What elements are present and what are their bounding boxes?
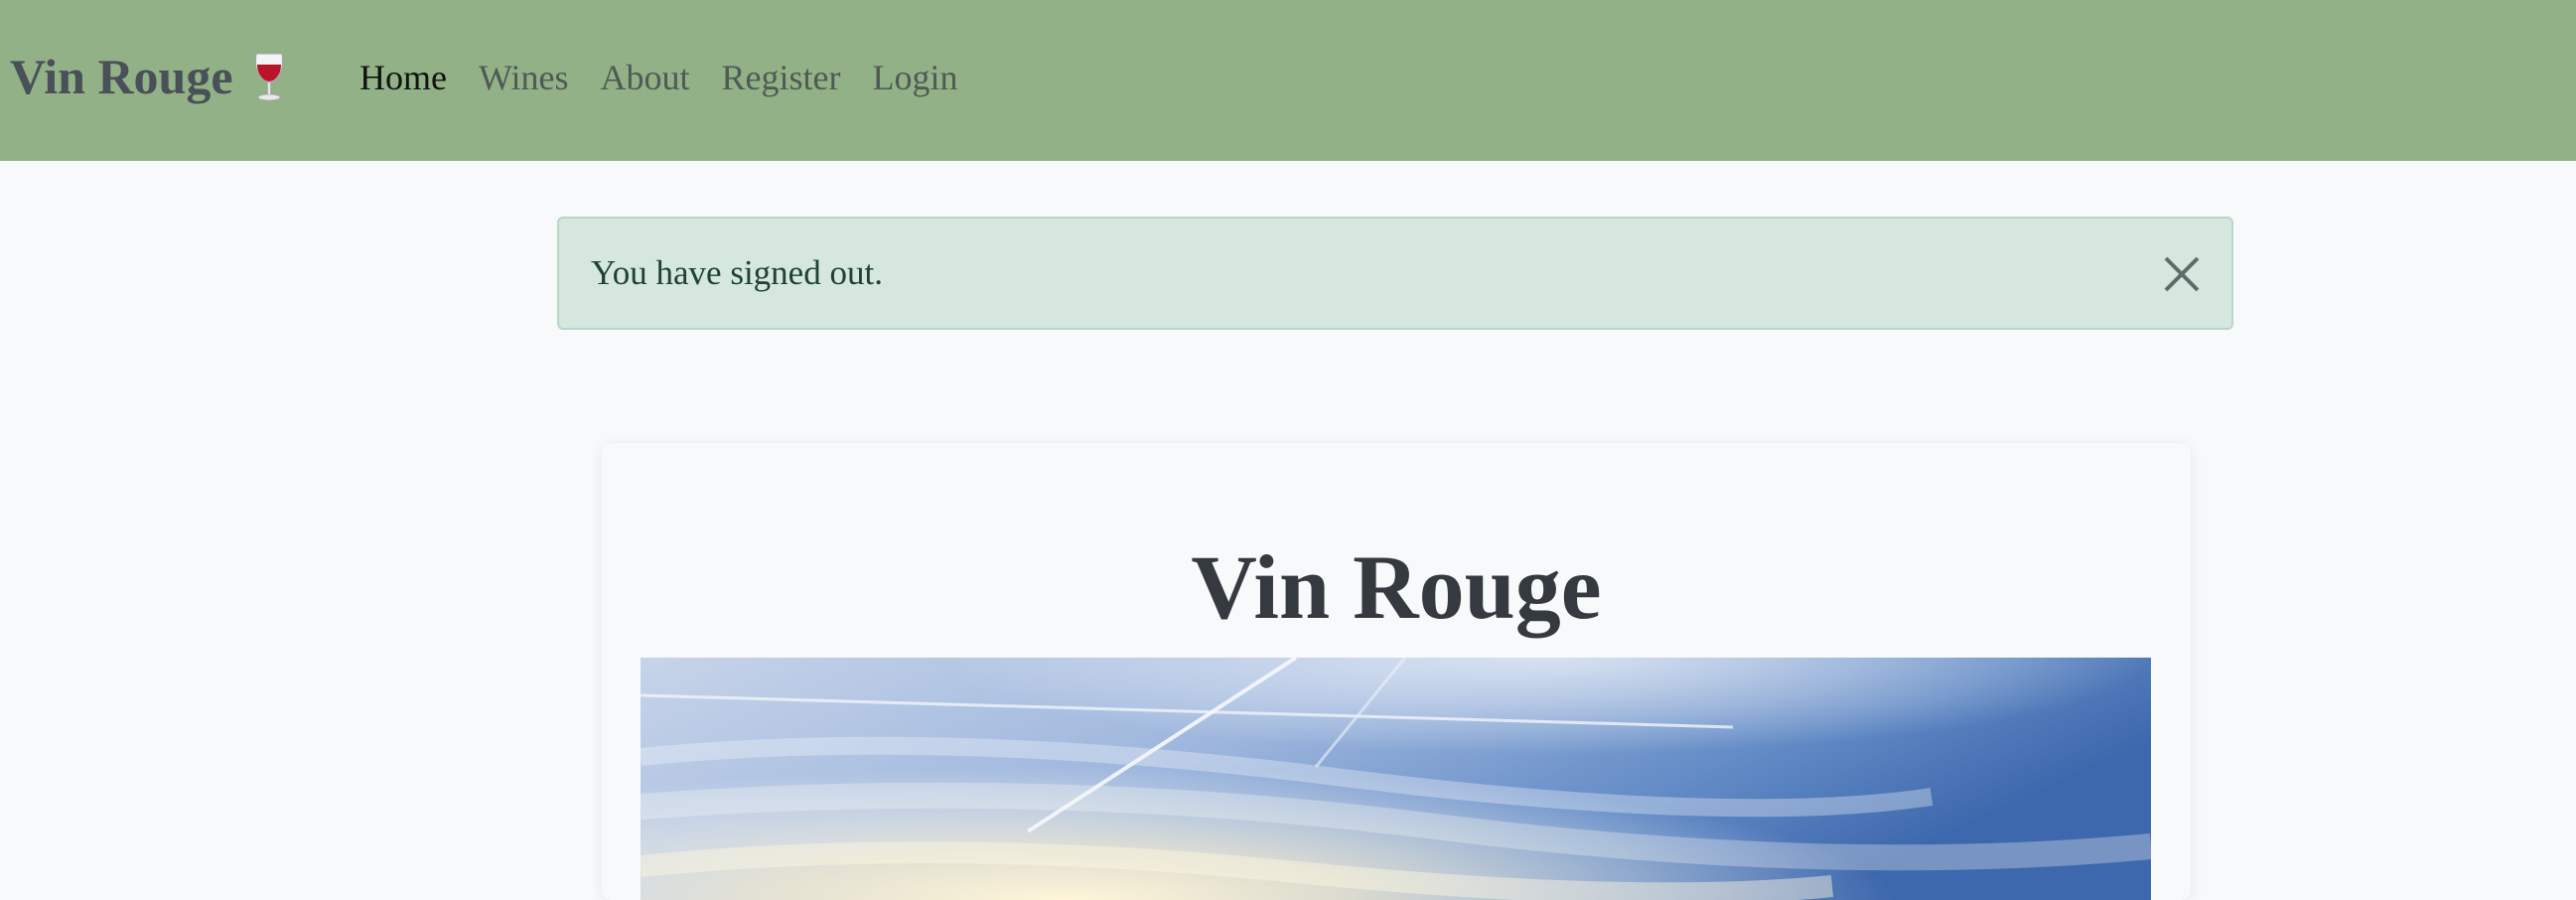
nav-link-wines[interactable]: Wines <box>479 50 569 105</box>
brand-name: Vin Rouge <box>10 49 233 104</box>
nav-link-login[interactable]: Login <box>873 50 958 105</box>
brand-link[interactable]: Vin Rouge <box>10 44 287 109</box>
sky-sunrise-image <box>641 658 2151 900</box>
nav-links: Home Wines About Register Login <box>359 50 990 105</box>
home-card: Vin Rouge <box>602 443 2191 900</box>
nav-link-home[interactable]: Home <box>359 50 447 105</box>
nav-link-about[interactable]: About <box>601 50 690 105</box>
alert-message: You have signed out. <box>591 253 883 292</box>
nav-link-register[interactable]: Register <box>722 50 841 105</box>
navbar: Vin Rouge Home Wines About Register Logi… <box>0 0 2576 161</box>
wine-glass-icon <box>254 53 283 101</box>
signout-alert: You have signed out. <box>557 217 2233 330</box>
close-icon[interactable] <box>2162 254 2202 294</box>
card-title: Vin Rouge <box>1191 536 1602 638</box>
